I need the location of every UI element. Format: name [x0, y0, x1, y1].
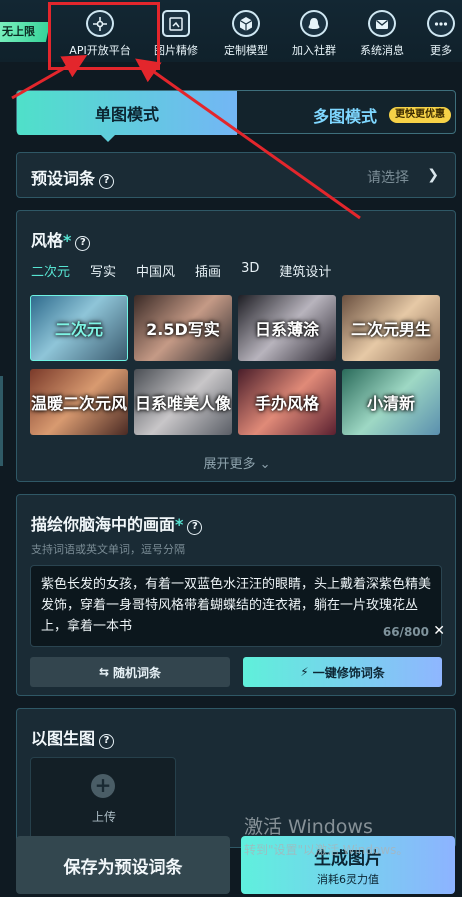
promo-badge[interactable]: 无上限: [0, 22, 51, 42]
nav-label-image-refine: 图片精修: [154, 44, 198, 57]
tab-multi-image-mode[interactable]: 多图模式: [313, 103, 377, 127]
style-thumb-label: 2.5D写实: [146, 320, 220, 339]
style-tab-3d[interactable]: 3D: [241, 261, 259, 280]
required-asterisk: *: [63, 231, 72, 250]
nav-label-join-community: 加入社群: [292, 44, 336, 57]
random-prompt-label: 随机词条: [113, 665, 162, 680]
style-card: 风格*? 二次元 写实 中国风 插画 3D 建筑设计 二次元 2.5D写实 日系…: [16, 210, 456, 482]
style-thumb-2-5d-realistic[interactable]: 2.5D写实: [134, 295, 232, 361]
cube-icon: [232, 10, 260, 37]
nav-item-more[interactable]: 更多: [408, 10, 462, 58]
plus-icon: +: [91, 774, 115, 798]
polish-prompt-label: 一键修饰词条: [312, 665, 385, 680]
windows-activation-watermark: 激活 Windows 转到"设置"以激活 Windows。: [244, 812, 408, 858]
style-thumb-label: 温暖二次元风: [30, 394, 127, 413]
preset-placeholder: 请选择: [367, 170, 409, 186]
style-title: 风格*?: [31, 227, 91, 251]
tab-single-image-mode[interactable]: 单图模式: [17, 91, 237, 135]
side-drawer-handle[interactable]: [0, 376, 3, 466]
describe-title: 描绘你脑海中的画面*?: [31, 511, 203, 535]
describe-hint: 支持词语或英文单词，逗号分隔: [31, 543, 185, 556]
help-icon[interactable]: ?: [99, 734, 115, 749]
prompt-textarea[interactable]: 紫色长发的女孩，有着一双蓝色水汪汪的眼睛，头上戴着深紫色精美发饰，穿着一身哥特风…: [30, 565, 442, 647]
multi-mode-badge: 更快更优惠: [389, 107, 451, 123]
prompt-char-counter: 66/800: [382, 625, 429, 639]
style-thumb-japanese-portrait[interactable]: 日系唯美人像: [134, 369, 232, 435]
style-thumb-japanese-light[interactable]: 日系薄涂: [238, 295, 336, 361]
save-preset-label: 保存为预设词条: [63, 857, 183, 878]
generate-cost-label: 消耗6灵力值: [317, 872, 379, 886]
style-tab-architecture[interactable]: 建筑设计: [279, 261, 331, 280]
describe-title-text: 描绘你脑海中的画面: [31, 515, 176, 534]
annotation-highlight-box: [48, 2, 160, 70]
nav-item-custom-model[interactable]: 定制模型: [213, 10, 279, 58]
style-title-text: 风格: [31, 231, 64, 250]
clear-icon[interactable]: ✕: [433, 623, 445, 639]
style-thumb-label: 小清新: [366, 394, 415, 413]
lightning-icon: ⚡: [300, 665, 309, 679]
help-icon[interactable]: ?: [187, 520, 203, 535]
image-refine-icon: [162, 10, 190, 37]
img2img-title: 以图生图?: [31, 725, 115, 749]
style-tab-anime[interactable]: 二次元: [31, 261, 70, 280]
style-thumb-label: 二次元男生: [350, 320, 431, 339]
watermark-title: 激活 Windows: [244, 816, 373, 838]
help-icon[interactable]: ?: [75, 236, 91, 251]
img2img-title-text: 以图生图: [31, 729, 96, 748]
style-thumb-anime[interactable]: 二次元: [30, 295, 128, 361]
describe-card: 描绘你脑海中的画面*? 支持词语或英文单词，逗号分隔 紫色长发的女孩，有着一双蓝…: [16, 494, 456, 696]
community-icon: [300, 10, 328, 37]
style-category-tabs: 二次元 写实 中国风 插画 3D 建筑设计: [31, 261, 331, 280]
nav-label-more: 更多: [430, 44, 452, 57]
watermark-subtitle: 转到"设置"以激活 Windows。: [244, 843, 409, 857]
chevron-down-icon: ⌄: [259, 457, 271, 472]
style-thumb-label: 二次元: [54, 320, 103, 339]
expand-more-label: 展开更多: [203, 457, 256, 472]
style-thumb-label: 手办风格: [254, 394, 319, 413]
style-tab-realistic[interactable]: 写实: [90, 261, 116, 280]
nav-label-custom-model: 定制模型: [224, 44, 268, 57]
nav-item-system-message[interactable]: 系统消息: [349, 10, 415, 58]
style-thumb-warm-anime[interactable]: 温暖二次元风: [30, 369, 128, 435]
active-tab-pointer: [100, 134, 116, 142]
style-tab-illustration[interactable]: 插画: [195, 261, 221, 280]
style-thumb-label: 日系唯美人像: [134, 394, 231, 413]
save-preset-button[interactable]: 保存为预设词条: [16, 836, 230, 894]
expand-more-button[interactable]: 展开更多 ⌄: [17, 453, 457, 472]
nav-item-join-community[interactable]: 加入社群: [281, 10, 347, 58]
more-dots-icon: [427, 10, 455, 37]
mail-icon: [368, 10, 396, 37]
mode-tabs: 单图模式 多图模式 更快更优惠: [16, 90, 456, 135]
tab-single-label: 单图模式: [94, 105, 159, 124]
required-asterisk: *: [175, 515, 184, 534]
nav-label-system-message: 系统消息: [360, 44, 404, 57]
style-thumb-anime-boy[interactable]: 二次元男生: [342, 295, 440, 361]
style-thumb-figure[interactable]: 手办风格: [238, 369, 336, 435]
preset-selector[interactable]: 预设词条? 请选择 ❯: [16, 152, 456, 198]
shuffle-icon: ⇆: [98, 665, 110, 679]
preset-title-text: 预设词条: [31, 169, 96, 188]
upload-label: 上传: [91, 810, 116, 824]
style-thumb-fresh[interactable]: 小清新: [342, 369, 440, 435]
promo-badge-label: 无上限: [2, 25, 35, 38]
preset-title: 预设词条?: [31, 165, 115, 189]
style-tab-chinese[interactable]: 中国风: [136, 261, 175, 280]
chevron-right-icon: ❯: [427, 167, 439, 183]
style-thumb-label: 日系薄涂: [254, 320, 319, 339]
polish-prompt-button[interactable]: ⚡ 一键修饰词条: [243, 657, 442, 687]
help-icon[interactable]: ?: [99, 174, 115, 189]
random-prompt-button[interactable]: ⇆ 随机词条: [30, 657, 230, 687]
